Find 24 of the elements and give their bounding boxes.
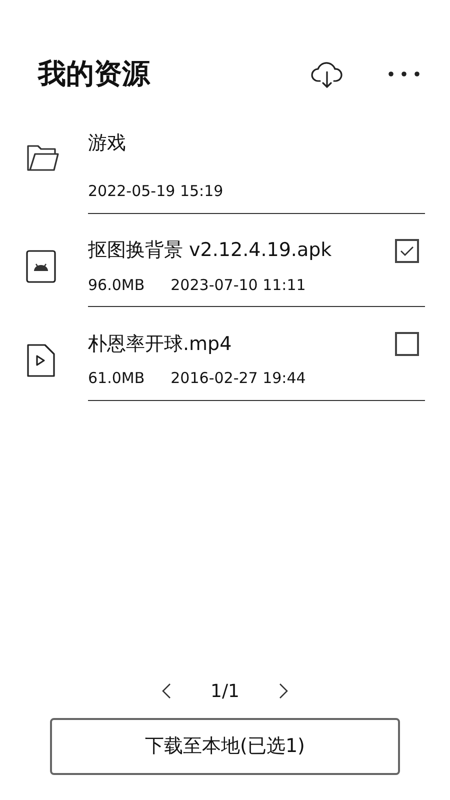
android-file-icon	[26, 250, 56, 282]
file-date: 2023-07-10 11:11	[170, 274, 306, 296]
more-icon[interactable]	[388, 71, 420, 77]
file-name: 朴恩率开球.mp4	[88, 332, 232, 357]
file-row[interactable]: 游戏 2022-05-19 15:19	[88, 128, 425, 214]
cloud-download-icon[interactable]	[310, 59, 344, 89]
video-file-icon	[26, 343, 56, 378]
checkbox[interactable]	[395, 332, 419, 356]
file-date: 2016-02-27 19:44	[170, 368, 306, 389]
file-name: 游戏	[88, 130, 126, 156]
file-row[interactable]: 抠图换背景 v2.12.4.19.apk 96.0MB 2023-07-10 11:11	[88, 236, 425, 307]
folder-icon	[26, 142, 60, 172]
page-title: 我的资源	[38, 56, 152, 92]
file-name: 抠图换背景 v2.12.4.19.apk	[88, 238, 332, 264]
page-indicator: 1/1	[210, 680, 240, 704]
download-button[interactable]: 下载至本地(已选1)	[50, 718, 400, 775]
file-size: 61.0MB	[88, 368, 145, 389]
file-date: 2022-05-19 15:19	[88, 181, 224, 202]
file-size: 96.0MB	[88, 274, 145, 296]
file-row[interactable]: 朴恩率开球.mp4 61.0MB 2016-02-27 19:44	[88, 329, 425, 400]
next-page-icon[interactable]	[279, 683, 290, 699]
checkbox[interactable]	[395, 238, 419, 262]
check-icon	[400, 246, 414, 256]
previous-page-icon[interactable]	[160, 683, 171, 699]
